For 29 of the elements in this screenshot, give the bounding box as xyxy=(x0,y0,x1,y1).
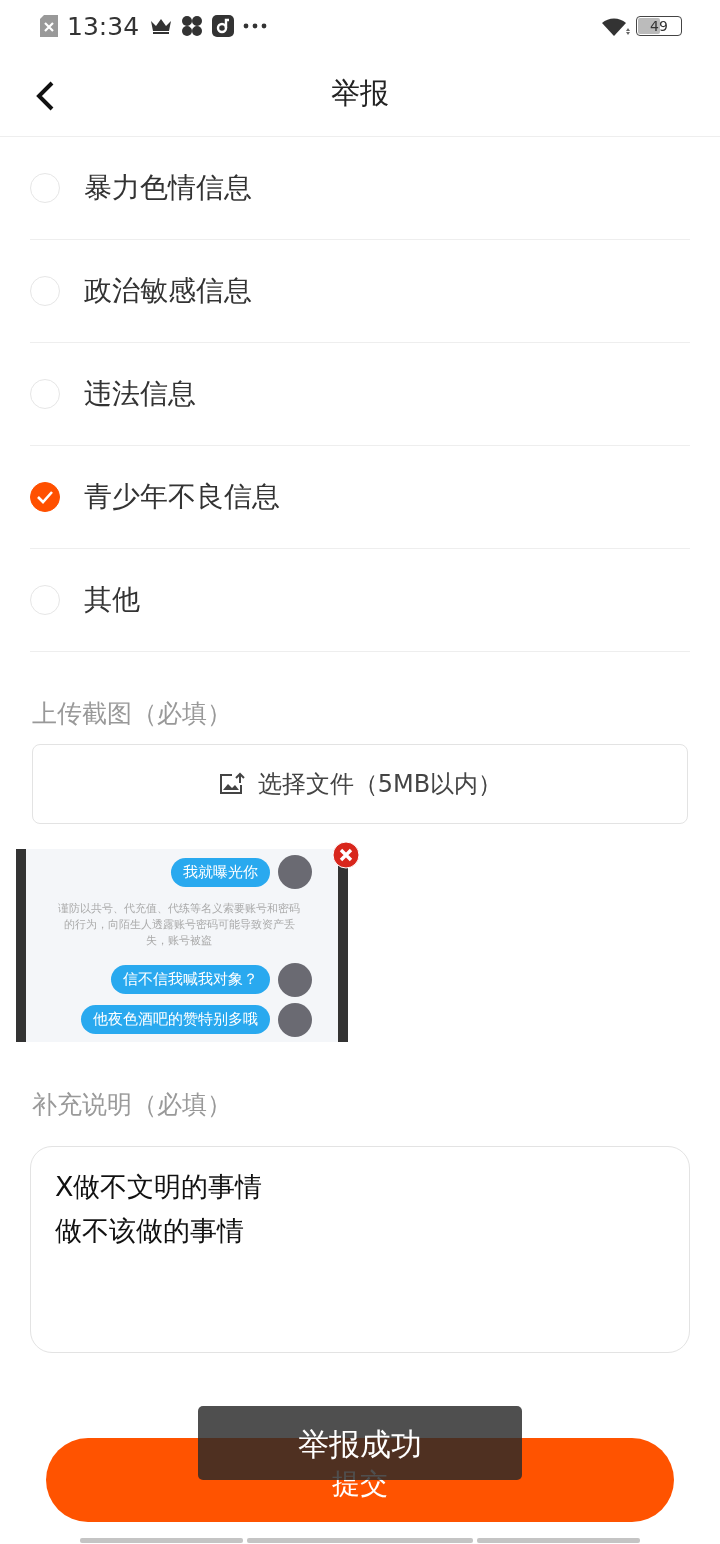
reason-option[interactable]: 暴力色情信息 xyxy=(30,137,690,240)
toast-message: 举报成功 xyxy=(198,1406,522,1480)
choose-file-button[interactable]: 选择文件（5MB以内） xyxy=(32,744,688,824)
check-icon xyxy=(36,490,54,504)
reason-option[interactable]: 政治敏感信息 xyxy=(30,240,690,343)
security-notice: 谨防以共号、代充值、代练等名义索要账号和密码的行为，向陌生人透露账号密码可能导致资产丢失，账号被盗 xyxy=(57,901,301,949)
image-upload-icon xyxy=(217,772,246,796)
music-app-icon xyxy=(212,15,235,37)
message-bubble: 信不信我喊我对象？ xyxy=(111,965,270,995)
upload-label: 上传截图（必填） xyxy=(31,697,233,730)
message-bubble: 我就曝光你 xyxy=(171,857,270,887)
message-bubble: 他夜色酒吧的赞特别多哦 xyxy=(81,1005,270,1035)
reason-option[interactable]: 其他 xyxy=(30,549,690,652)
remove-icon[interactable] xyxy=(332,841,360,869)
page-title: 举报 xyxy=(331,75,389,112)
reason-option[interactable]: 青少年不良信息 xyxy=(30,446,690,549)
status-time: 13:34 xyxy=(67,11,140,41)
avatar-icon xyxy=(278,855,312,889)
more-icon xyxy=(243,23,268,29)
crown-icon xyxy=(150,18,173,34)
sim-icon xyxy=(40,15,58,37)
radio-button[interactable] xyxy=(30,482,60,512)
battery-icon: 49 xyxy=(636,16,682,36)
reason-option[interactable]: 违法信息 xyxy=(30,343,690,446)
avatar-icon xyxy=(278,1002,312,1037)
description-field[interactable]: X做不文明的事情 做不该做的事情 xyxy=(30,1146,690,1353)
description-label: 补充说明（必填） xyxy=(31,1088,233,1121)
wifi-icon xyxy=(600,15,630,37)
avatar-icon xyxy=(278,962,312,997)
